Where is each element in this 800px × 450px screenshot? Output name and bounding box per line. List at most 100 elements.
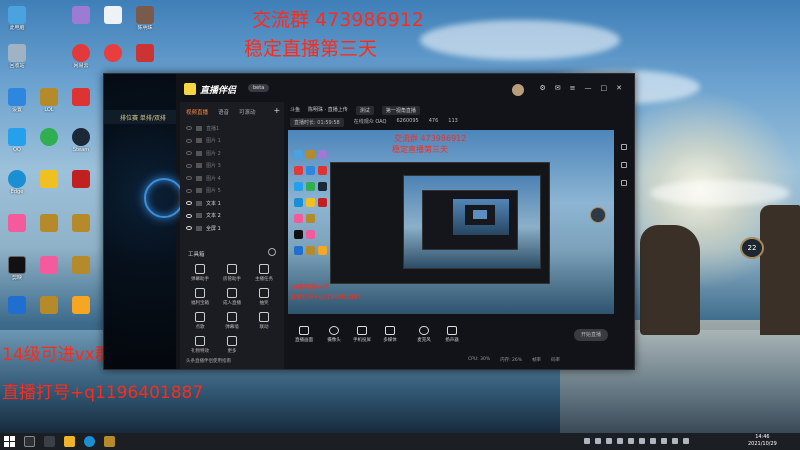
tool-item[interactable]: 抽奖 — [248, 288, 280, 306]
test-button[interactable]: 测试 — [355, 106, 374, 115]
lol-icon[interactable] — [104, 436, 115, 447]
desktop-icon-lol2[interactable] — [34, 214, 64, 232]
desktop-icon-yellow[interactable] — [34, 170, 64, 188]
source-item[interactable]: 文本 1 — [186, 197, 278, 210]
media-button[interactable]: 多媒体 — [374, 326, 406, 343]
desktop-icon-red[interactable] — [66, 170, 96, 188]
source-item[interactable]: 图片 3 — [186, 160, 278, 173]
desktop-icon-wegame[interactable] — [66, 88, 96, 106]
source-item[interactable]: 全屏 1 — [186, 222, 278, 235]
tool-item[interactable]: 房管助手 — [216, 264, 248, 282]
tray-icon[interactable] — [639, 438, 645, 444]
lock-icon[interactable] — [196, 213, 202, 219]
guide-link[interactable]: 头条直播伴侣使用指南 — [186, 358, 231, 364]
source-item[interactable]: 图片 1 — [186, 135, 278, 148]
tray-icon[interactable] — [584, 438, 590, 444]
lock-icon[interactable] — [196, 150, 202, 156]
maximize-icon[interactable]: □ — [601, 84, 608, 92]
desktop-icon-pink2[interactable] — [34, 256, 64, 274]
eye-icon[interactable] — [186, 188, 192, 193]
volume-icon[interactable] — [672, 438, 678, 444]
source-item[interactable]: 图片 2 — [186, 147, 278, 160]
desktop-icon-shield[interactable] — [2, 296, 32, 314]
close-icon[interactable]: ✕ — [616, 84, 622, 92]
lock-icon[interactable] — [196, 163, 202, 169]
search-icon[interactable] — [24, 436, 35, 447]
eye-icon[interactable] — [186, 126, 192, 131]
refresh-icon[interactable] — [621, 180, 627, 186]
eye-icon[interactable] — [186, 138, 192, 143]
edge-icon[interactable] — [84, 436, 95, 447]
source-item[interactable]: 直播1 — [186, 122, 278, 135]
lock-icon[interactable] — [621, 144, 627, 150]
tray-icon[interactable] — [650, 438, 656, 444]
tab-voice[interactable]: 语音 — [218, 108, 229, 116]
tool-item[interactable]: 弹幕助手 — [184, 264, 216, 282]
eye-icon[interactable] — [186, 151, 192, 156]
desktop-icon-steam[interactable]: Steam — [66, 128, 96, 153]
lock-icon[interactable] — [196, 225, 202, 231]
desktop-icon-top3[interactable] — [66, 6, 96, 24]
tab-video[interactable]: 视频直播 — [186, 108, 208, 116]
eye-icon[interactable] — [186, 226, 192, 231]
desktop-icon-edge[interactable]: Edge — [2, 170, 32, 195]
desktop-icon-orange[interactable] — [66, 296, 96, 314]
tool-item[interactable]: 弹幕墙 — [216, 312, 248, 330]
message-icon[interactable]: ✉ — [555, 84, 561, 92]
lock-icon[interactable] — [196, 138, 202, 144]
expand-icon[interactable] — [621, 162, 627, 168]
source-item[interactable]: 图片 5 — [186, 185, 278, 198]
desktop-icon-avatar[interactable]: 陈明珠 — [130, 6, 160, 31]
desktop-icon-recycle[interactable]: 回收站 — [2, 44, 32, 69]
source-item[interactable]: 图片 4 — [186, 172, 278, 185]
desktop-icon-lol[interactable]: LOL — [34, 88, 64, 113]
desktop-icon-red2[interactable] — [130, 44, 160, 62]
tool-item[interactable]: 更多 — [216, 336, 248, 354]
tab-scroll[interactable]: 可滚动 — [239, 108, 256, 116]
add-scene-icon[interactable]: + — [274, 107, 281, 116]
desktop-icon-qq[interactable]: QQ — [2, 128, 32, 153]
desktop-icon-this-pc[interactable]: 此电脑 — [2, 6, 32, 31]
view-mode-select[interactable]: 第一视角直播 — [381, 106, 420, 115]
desktop-icon-green[interactable] — [34, 128, 64, 146]
file-explorer-icon[interactable] — [64, 436, 75, 447]
tray-icon[interactable] — [606, 438, 612, 444]
speaker-button[interactable]: 扬声器 — [436, 326, 468, 343]
stream-preview[interactable]: 交流群 473986912 稳定直播第三天 14级可进vx群 直播打号+q119… — [288, 130, 614, 314]
task-view-icon[interactable] — [44, 436, 55, 447]
tray-icon[interactable] — [617, 438, 623, 444]
tool-item[interactable]: 联动 — [248, 312, 280, 330]
eye-icon[interactable] — [186, 201, 192, 206]
ime-icon[interactable] — [683, 438, 689, 444]
settings-icon[interactable]: ⚙ — [539, 84, 545, 92]
start-stream-button[interactable]: 开始直播 — [574, 329, 608, 341]
tool-item[interactable]: 主播任务 — [248, 264, 280, 282]
tool-item[interactable]: 福利宝箱 — [184, 288, 216, 306]
desktop-icon-pink[interactable] — [2, 214, 32, 232]
windows-start-icon[interactable] — [4, 436, 15, 447]
lock-icon[interactable] — [196, 175, 202, 181]
toolbox-settings-icon[interactable] — [268, 248, 276, 256]
network-icon[interactable] — [661, 438, 667, 444]
tool-item[interactable]: 成人直播 — [216, 288, 248, 306]
menu-icon[interactable]: ≡ — [570, 84, 576, 92]
source-item[interactable]: 文本 2 — [186, 210, 278, 223]
screen-capture-button[interactable]: 直播画面 — [288, 326, 320, 343]
eye-icon[interactable] — [186, 213, 192, 218]
tray-icon[interactable] — [595, 438, 601, 444]
tool-item[interactable]: 礼物特效 — [184, 336, 216, 354]
desktop-icon-settings[interactable]: 设置 — [2, 88, 32, 113]
desktop-icon-obs[interactable] — [98, 44, 128, 62]
desktop-icon-netease[interactable]: 网易云 — [66, 44, 96, 69]
tray-icon[interactable] — [628, 438, 634, 444]
eye-icon[interactable] — [186, 176, 192, 181]
desktop-icon-doc[interactable] — [98, 6, 128, 24]
eye-icon[interactable] — [186, 163, 192, 168]
lock-icon[interactable] — [196, 125, 202, 131]
minimize-icon[interactable]: — — [585, 84, 592, 92]
taskbar-clock[interactable]: 14:46 2021/10/29 — [748, 434, 777, 448]
desktop-icon-lol5[interactable] — [66, 256, 96, 274]
tool-item[interactable]: 点歌 — [184, 312, 216, 330]
lock-icon[interactable] — [196, 188, 202, 194]
desktop-icon-jianying[interactable]: 剪映 — [2, 256, 32, 281]
